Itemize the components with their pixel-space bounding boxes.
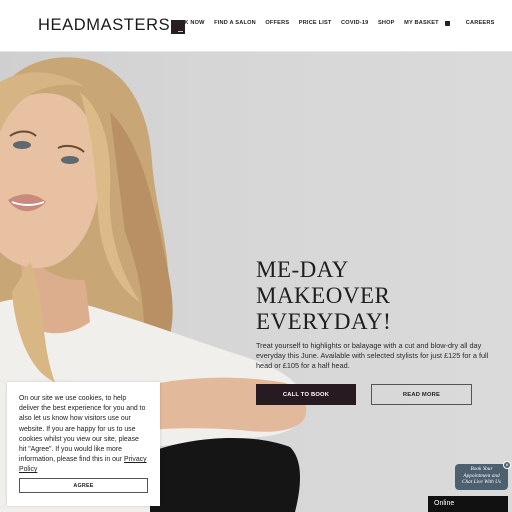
read-more-button[interactable]: READ MORE: [371, 384, 472, 405]
nav-price-list[interactable]: PRICE LIST: [299, 20, 332, 26]
headline-line: MAKEOVER: [256, 283, 391, 308]
basket-icon: [444, 20, 450, 26]
nav-offers[interactable]: OFFERS: [265, 20, 289, 26]
cookie-consent-popup: On our site we use cookies, to help deli…: [7, 382, 160, 506]
hero-headline: ME-DAY MAKEOVER EVERYDAY!: [256, 257, 391, 335]
chat-invite-line: Appointment and: [463, 472, 500, 479]
hero-description: Treat yourself to highlights or balayage…: [256, 341, 489, 371]
chat-invite-bubble[interactable]: Book Your Appointment and Chat Live With…: [455, 464, 508, 490]
site-header: HEADMASTERS BOOK NOW FIND A SALON OFFERS…: [0, 0, 512, 52]
headmasters-logo[interactable]: HEADMASTERS: [38, 15, 186, 35]
cookie-message: On our site we use cookies, to help deli…: [19, 394, 148, 476]
main-nav: BOOK NOW FIND A SALON OFFERS PRICE LIST …: [171, 20, 504, 26]
cookie-text: On our site we use cookies, to help deli…: [19, 395, 146, 464]
nav-book-now[interactable]: BOOK NOW: [171, 20, 205, 26]
agree-button[interactable]: AGREE: [19, 478, 148, 493]
chat-invite-line: Chat Live With Us: [462, 479, 501, 486]
logo-text: HEADMASTERS: [38, 16, 171, 34]
live-chat-online-tab[interactable]: Online: [428, 496, 508, 512]
chat-invite-line: Book Your: [470, 466, 493, 472]
nav-careers[interactable]: CAREERS: [466, 20, 495, 26]
nav-find-a-salon[interactable]: FIND A SALON: [214, 20, 256, 26]
headline-line: EVERYDAY!: [256, 309, 392, 334]
call-to-book-button[interactable]: CALL TO BOOK: [256, 384, 356, 405]
nav-my-basket[interactable]: MY BASKET: [404, 20, 450, 26]
nav-shop[interactable]: SHOP: [378, 20, 395, 26]
basket-label: MY BASKET: [404, 20, 439, 26]
headline-line: ME-DAY: [256, 257, 349, 282]
close-icon[interactable]: ×: [503, 461, 511, 469]
nav-covid-19[interactable]: COVID-19: [341, 20, 368, 26]
